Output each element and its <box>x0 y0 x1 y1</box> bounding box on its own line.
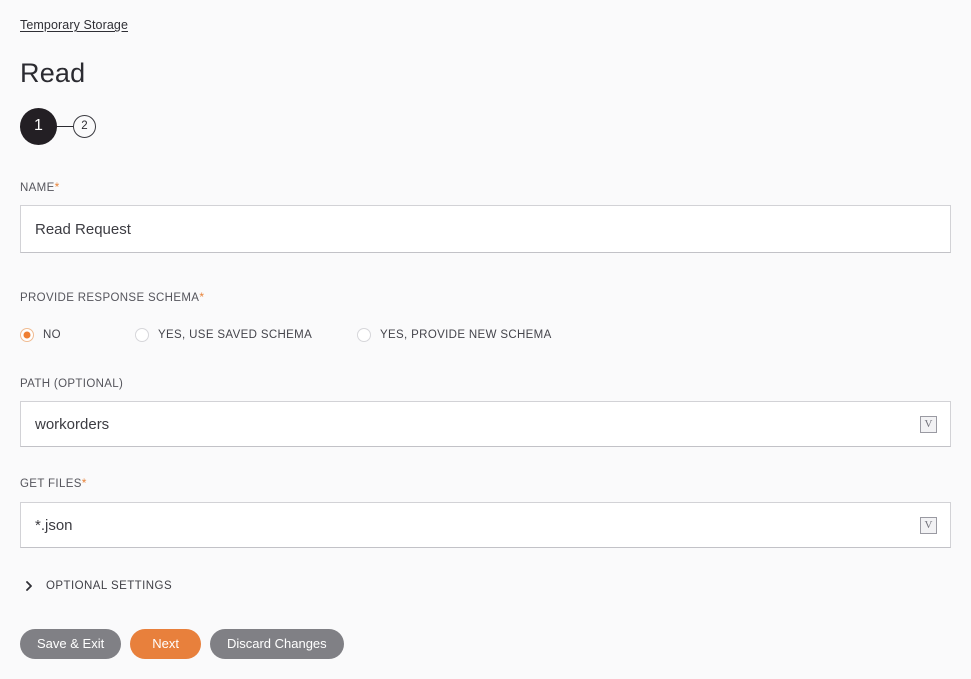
path-label-text: PATH (OPTIONAL) <box>20 378 124 390</box>
path-input[interactable] <box>21 402 920 446</box>
step-1-indicator[interactable]: 1 <box>20 107 57 145</box>
discard-changes-button[interactable]: Discard Changes <box>209 629 344 659</box>
path-input-wrapper[interactable]: V <box>20 401 951 447</box>
get-files-input-wrapper[interactable]: V <box>20 502 951 548</box>
step-connector-line <box>57 125 73 127</box>
breadcrumb-temporary-storage[interactable]: Temporary Storage <box>20 17 128 34</box>
optional-settings-toggle[interactable]: OPTIONAL SETTINGS <box>24 578 172 594</box>
provide-response-schema-label: PROVIDE RESPONSE SCHEMA* <box>20 290 204 305</box>
optional-settings-label: OPTIONAL SETTINGS <box>46 580 173 592</box>
radio-option-use-saved-schema-label: YES, USE SAVED SCHEMA <box>158 329 313 341</box>
radio-use-saved-schema-icon[interactable] <box>135 328 149 342</box>
name-input-wrapper[interactable] <box>20 205 951 253</box>
radio-option-provide-new-schema[interactable]: YES, PROVIDE NEW SCHEMA <box>357 326 552 344</box>
path-field-label: PATH (OPTIONAL) <box>20 376 123 391</box>
name-required-asterisk: * <box>54 180 60 194</box>
get-files-input[interactable] <box>21 503 920 547</box>
provide-response-schema-radio-group: NO YES, USE SAVED SCHEMA YES, PROVIDE NE… <box>20 326 580 344</box>
chevron-right-icon <box>26 581 32 591</box>
name-field-label: NAME* <box>20 180 60 195</box>
get-files-field-label: GET FILES* <box>20 476 87 491</box>
page-title: Read <box>20 58 86 88</box>
read-step-form-page: Temporary Storage Read 1 2 NAME* PROVIDE… <box>0 0 971 679</box>
provide-response-schema-required-asterisk: * <box>199 290 205 304</box>
path-variable-icon[interactable]: V <box>920 415 937 433</box>
radio-option-no[interactable]: NO <box>20 326 61 344</box>
radio-option-use-saved-schema[interactable]: YES, USE SAVED SCHEMA <box>135 326 312 344</box>
name-label-text: NAME <box>20 182 55 194</box>
radio-option-no-label: NO <box>43 329 61 341</box>
form-action-buttons: Save & Exit Next Discard Changes <box>20 629 344 659</box>
get-files-label-text: GET FILES <box>20 478 82 490</box>
get-files-required-asterisk: * <box>81 476 87 490</box>
step-2-indicator[interactable]: 2 <box>73 114 96 138</box>
radio-no-icon[interactable] <box>20 328 34 342</box>
radio-option-provide-new-schema-label: YES, PROVIDE NEW SCHEMA <box>380 329 552 341</box>
step-indicator: 1 2 <box>20 106 96 146</box>
next-button[interactable]: Next <box>130 629 201 659</box>
get-files-variable-icon[interactable]: V <box>920 516 937 534</box>
name-input[interactable] <box>21 206 950 252</box>
radio-provide-new-schema-icon[interactable] <box>357 328 371 342</box>
save-and-exit-button[interactable]: Save & Exit <box>20 629 122 659</box>
provide-response-schema-label-text: PROVIDE RESPONSE SCHEMA <box>20 292 200 304</box>
